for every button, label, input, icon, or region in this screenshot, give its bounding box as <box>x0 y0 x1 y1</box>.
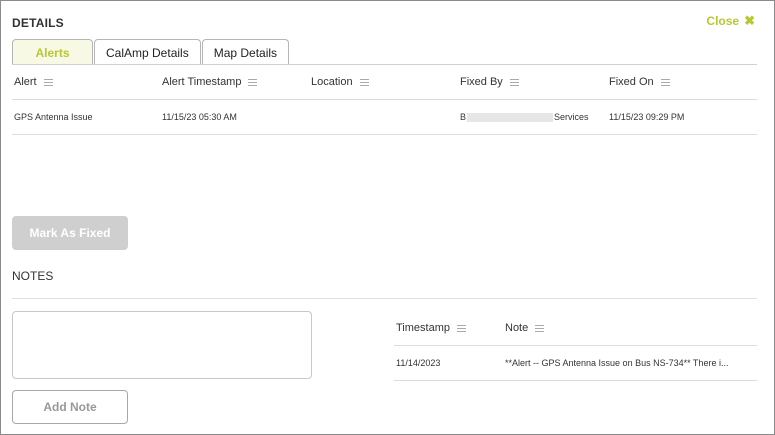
column-label: Location <box>311 76 353 88</box>
column-menu-icon[interactable] <box>43 78 53 86</box>
column-label: Timestamp <box>396 322 450 334</box>
column-header-alert[interactable]: Alert <box>14 65 53 99</box>
notes-divider <box>12 298 757 299</box>
column-menu-icon[interactable] <box>660 78 670 86</box>
panel-title: DETAILS <box>12 16 64 30</box>
mark-as-fixed-button[interactable]: Mark As Fixed <box>12 216 128 250</box>
notes-heading: NOTES <box>12 269 54 283</box>
note-textarea[interactable] <box>12 311 312 379</box>
table-row[interactable]: 11/14/2023 **Alert -- GPS Antenna Issue … <box>394 346 757 381</box>
column-menu-icon[interactable] <box>248 78 258 86</box>
tab-calamp-details[interactable]: CalAmp Details <box>94 39 201 65</box>
column-menu-icon[interactable] <box>535 324 545 332</box>
column-header-alert-timestamp[interactable]: Alert Timestamp <box>162 65 258 99</box>
column-label: Fixed On <box>609 76 654 88</box>
column-header-fixed-on[interactable]: Fixed On <box>609 65 670 99</box>
column-label: Fixed By <box>460 76 503 88</box>
cell-alert: GPS Antenna Issue <box>14 112 93 122</box>
cell-note-timestamp: 11/14/2023 <box>396 358 441 368</box>
close-label: Close <box>706 14 740 28</box>
column-header-fixed-by[interactable]: Fixed By <box>460 65 519 99</box>
alerts-table-header: Alert Alert Timestamp Location Fixed By … <box>12 65 757 100</box>
table-row[interactable]: GPS Antenna Issue 11/15/23 05:30 AM B Se… <box>12 100 757 135</box>
add-note-button[interactable]: Add Note <box>12 390 128 424</box>
cell-alert-timestamp: 11/15/23 05:30 AM <box>162 112 237 122</box>
cell-fixed-by: B Services <box>460 100 589 134</box>
tab-map-details[interactable]: Map Details <box>201 39 290 65</box>
fixed-by-prefix: B <box>460 112 467 122</box>
column-menu-icon[interactable] <box>457 324 466 332</box>
cell-note-text: **Alert -- GPS Antenna Issue on Bus NS-7… <box>505 358 729 368</box>
column-label: Note <box>505 322 529 334</box>
cell-fixed-on: 11/15/23 09:29 PM <box>609 112 685 122</box>
tab-bar: Alerts CalAmp Details Map Details <box>12 39 290 65</box>
close-button[interactable]: Close ✖ <box>706 14 755 28</box>
column-label: Alert <box>14 76 37 88</box>
close-icon: ✖ <box>744 13 755 28</box>
column-menu-icon[interactable] <box>359 78 369 86</box>
column-menu-icon[interactable] <box>509 78 519 86</box>
column-label: Alert Timestamp <box>162 76 242 88</box>
column-header-note[interactable]: Note <box>505 311 545 345</box>
fixed-by-suffix: Services <box>554 112 589 122</box>
column-header-timestamp[interactable]: Timestamp <box>396 311 466 345</box>
redacted-text <box>467 112 554 122</box>
notes-table-header: Timestamp Note <box>394 311 757 346</box>
column-header-location[interactable]: Location <box>311 65 369 99</box>
tab-alerts[interactable]: Alerts <box>12 39 93 65</box>
